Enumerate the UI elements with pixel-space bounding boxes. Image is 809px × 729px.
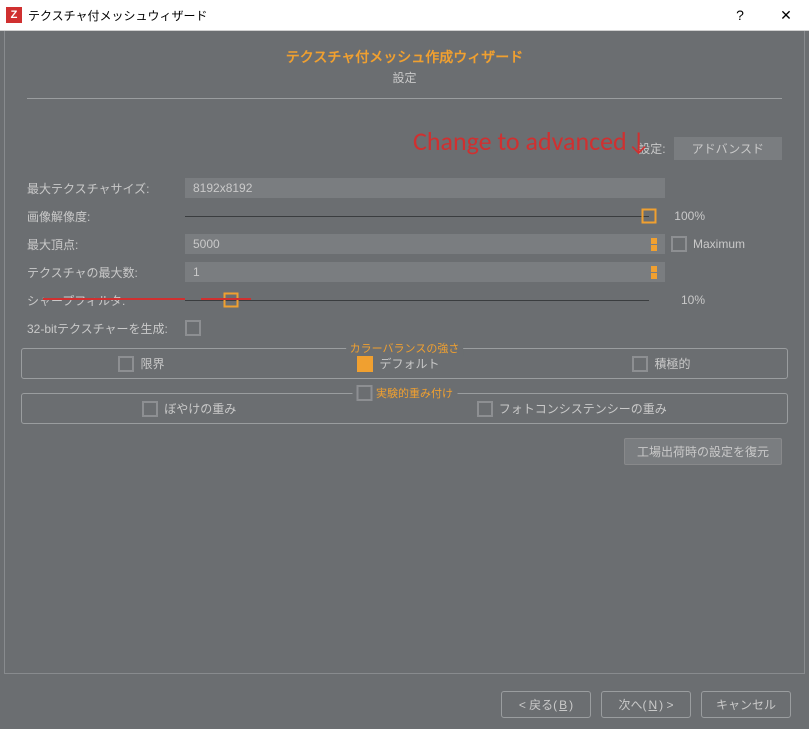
max-texture-size-combo[interactable]: 8192x8192 bbox=[185, 178, 665, 198]
back-button[interactable]: < 戻る(B) bbox=[501, 691, 591, 718]
max-vertices-label: 最大頂点: bbox=[27, 236, 179, 253]
experimental-weight-legend-text: 実験的重み付け bbox=[376, 385, 453, 401]
image-resolution-slider[interactable] bbox=[185, 206, 649, 226]
app-icon: Z bbox=[6, 7, 22, 23]
next-button[interactable]: 次へ(N) > bbox=[601, 691, 691, 718]
gen-32bit-label: 32-bitテクスチャーを生成: bbox=[27, 320, 179, 337]
help-button[interactable]: ? bbox=[717, 0, 763, 30]
color-default-label: デフォルト bbox=[379, 355, 439, 372]
sharp-filter-value: 10% bbox=[655, 293, 705, 307]
sharp-filter-label: シャープフィルタ: bbox=[27, 292, 179, 309]
max-vertices-value: 5000 bbox=[193, 237, 220, 251]
page-subtitle: 設定 bbox=[5, 69, 804, 86]
page-title: テクスチャ付メッシュ作成ウィザード bbox=[5, 47, 804, 67]
maximum-checkbox[interactable] bbox=[671, 236, 687, 252]
gen-32bit-checkbox[interactable] bbox=[185, 320, 201, 336]
titlebar: Z テクスチャ付メッシュウィザード ? ✕ bbox=[0, 0, 809, 31]
color-aggressive-radio[interactable] bbox=[632, 356, 648, 372]
image-resolution-value: 100% bbox=[655, 209, 705, 223]
sharp-filter-slider[interactable] bbox=[185, 290, 649, 310]
max-texture-size-label: 最大テクスチャサイズ: bbox=[27, 180, 179, 197]
blur-weight-radio[interactable] bbox=[142, 401, 158, 417]
back-button-accesskey: B bbox=[559, 698, 567, 712]
spinner-icon[interactable] bbox=[651, 238, 657, 251]
image-resolution-label: 画像解像度: bbox=[27, 208, 179, 225]
window-title: テクスチャ付メッシュウィザード bbox=[28, 7, 717, 24]
color-limit-radio[interactable] bbox=[118, 356, 134, 372]
back-button-text: < 戻る( bbox=[519, 696, 557, 713]
next-button-text: 次へ( bbox=[618, 696, 646, 713]
max-textures-value: 1 bbox=[193, 265, 200, 279]
experimental-weight-legend: 実験的重み付け bbox=[352, 385, 457, 401]
close-button[interactable]: ✕ bbox=[763, 0, 809, 30]
preset-dropdown[interactable]: アドバンスド bbox=[674, 137, 782, 160]
experimental-weight-checkbox[interactable] bbox=[356, 385, 372, 401]
divider bbox=[27, 98, 782, 99]
color-balance-legend: カラーバランスの強さ bbox=[346, 340, 464, 356]
next-button-text2: ) > bbox=[659, 698, 673, 712]
color-default-radio[interactable] bbox=[357, 356, 373, 372]
next-button-accesskey: N bbox=[648, 698, 657, 712]
maximum-checkbox-label: Maximum bbox=[693, 237, 745, 251]
experimental-weight-group: 実験的重み付け ぼやけの重み フォトコンシステンシーの重み bbox=[21, 393, 788, 424]
photo-consistency-label: フォトコンシステンシーの重み bbox=[499, 400, 667, 417]
back-button-text2: ) bbox=[569, 698, 573, 712]
color-limit-label: 限界 bbox=[140, 355, 164, 372]
preset-label: 設定: bbox=[638, 140, 665, 157]
max-textures-input[interactable]: 1 bbox=[185, 262, 665, 282]
spinner-icon[interactable] bbox=[651, 266, 657, 279]
max-texture-size-value: 8192x8192 bbox=[193, 181, 252, 195]
client-area: テクスチャ付メッシュ作成ウィザード 設定 Change to advanced↓… bbox=[0, 31, 809, 729]
slider-handle-icon[interactable] bbox=[642, 209, 657, 224]
max-vertices-input[interactable]: 5000 bbox=[185, 234, 665, 254]
max-textures-label: テクスチャの最大数: bbox=[27, 264, 179, 281]
color-balance-group: カラーバランスの強さ 限界 デフォルト 積極的 bbox=[21, 348, 788, 379]
blur-weight-label: ぼやけの重み bbox=[164, 400, 236, 417]
slider-handle-icon[interactable] bbox=[224, 293, 239, 308]
cancel-button[interactable]: キャンセル bbox=[701, 691, 791, 718]
color-aggressive-label: 積極的 bbox=[654, 355, 690, 372]
photo-consistency-radio[interactable] bbox=[477, 401, 493, 417]
reset-defaults-button[interactable]: 工場出荷時の設定を復元 bbox=[624, 438, 782, 465]
